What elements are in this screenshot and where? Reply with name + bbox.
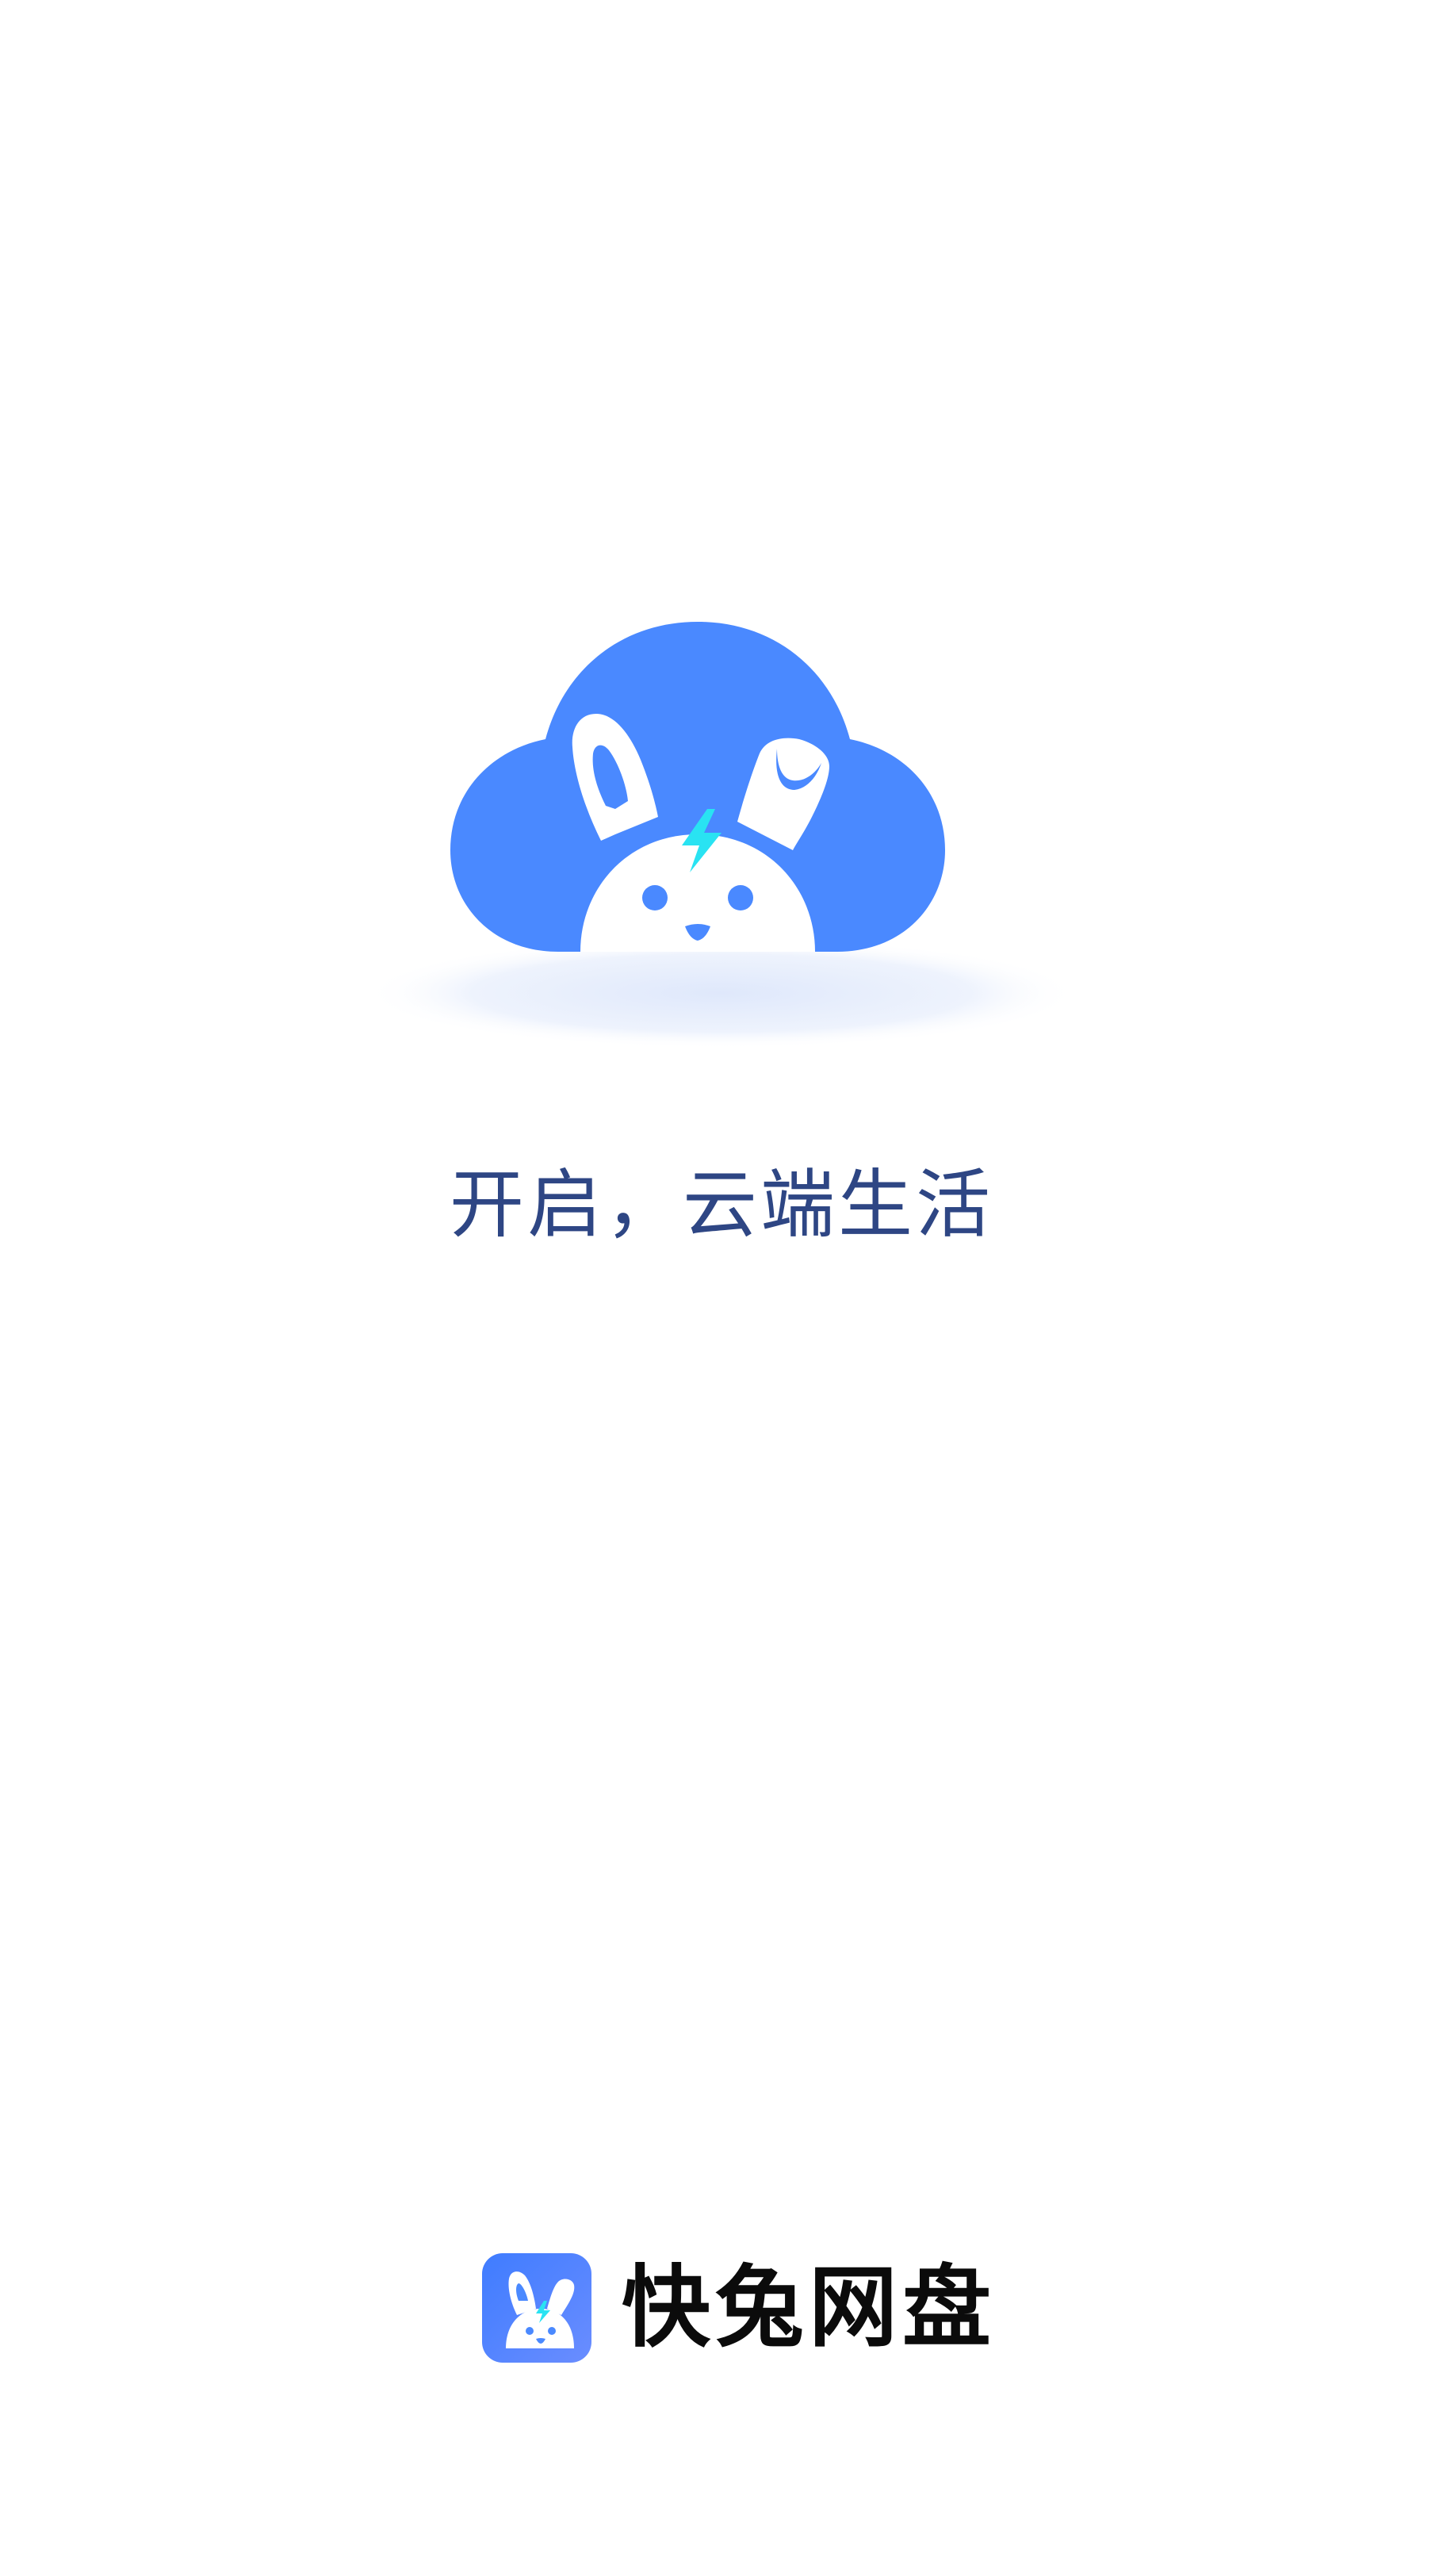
shadow-ellipse	[365, 937, 1078, 1048]
slogan-text: 开启，云端生活	[449, 1162, 993, 1248]
cloud-rabbit-icon	[365, 622, 1078, 1048]
cloud-rabbit-illustration	[349, 539, 1094, 1063]
brand-footer: 快兔网盘	[482, 2252, 996, 2363]
rabbit-app-icon	[482, 2253, 591, 2363]
splash-screen: 开启，云端生活 快兔网盘	[0, 0, 1443, 2576]
brand-name: 快兔网盘	[622, 2256, 996, 2359]
